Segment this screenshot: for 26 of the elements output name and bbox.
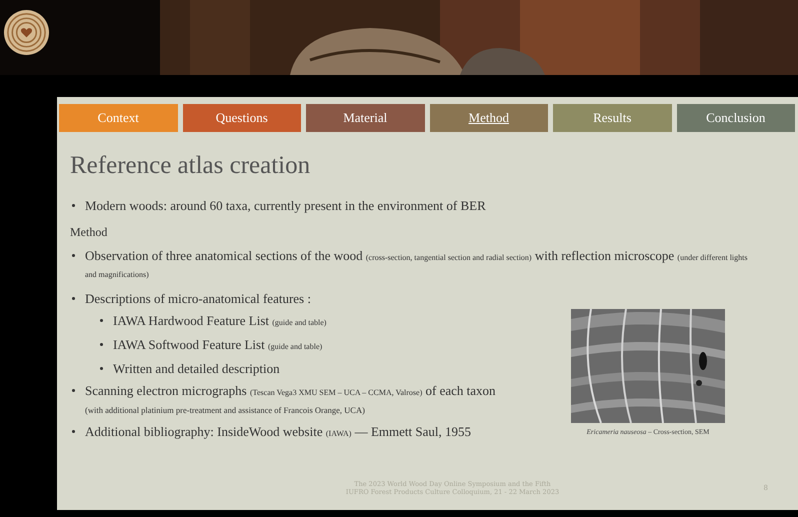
nav-tab[interactable]: Questions <box>182 104 301 132</box>
bullet-text: Additional bibliography: InsideWood website (IAWA) — Emmett Saul, 1955 <box>85 424 472 441</box>
bullet-text: IAWA Softwood Feature List (guide and table) <box>113 337 324 354</box>
section-label: Method <box>70 225 108 240</box>
bullet-text: Descriptions of micro-anatomical features : <box>85 291 312 306</box>
nav-tab[interactable]: Context <box>59 104 178 132</box>
slide-title: Reference atlas creation <box>70 152 312 180</box>
bullet-icon <box>100 367 103 370</box>
nav-tab[interactable]: Material <box>306 104 424 132</box>
bullet-text: Modern woods: around 60 taxa, currently present in the environment of BER <box>85 198 487 213</box>
bullet-text: IAWA Hardwood Feature List (guide and table) <box>113 313 328 330</box>
bullet-text: Written and detailed description <box>113 361 281 376</box>
bullet-text: Scanning electron micrographs (Tescan Vega3 XMU SEM – UCA – CCMA, Valrose) of each taxon <box>85 383 497 400</box>
nav-tab[interactable]: Method <box>430 104 548 132</box>
bullet-icon <box>72 389 75 392</box>
bullet-icon <box>100 319 103 322</box>
bullet-text: Observation of three anatomical sections of the wood (cross-section, tangential section and radial section) with reflection microscope (under different lights and magnifications) <box>85 248 748 281</box>
nav-tab[interactable]: Conclusion <box>676 104 795 132</box>
bullet-note: (with additional platinium pre-treatment and assistance of Francois Orange, UCA) <box>85 405 366 415</box>
tree-rings-logo-icon <box>3 9 50 56</box>
bullet-icon <box>72 204 75 207</box>
bullet-icon <box>100 343 103 346</box>
bullet-icon <box>72 430 75 433</box>
bullet-icon <box>72 297 75 300</box>
bullet-icon <box>72 254 75 257</box>
nav-tab[interactable]: Results <box>553 104 672 132</box>
